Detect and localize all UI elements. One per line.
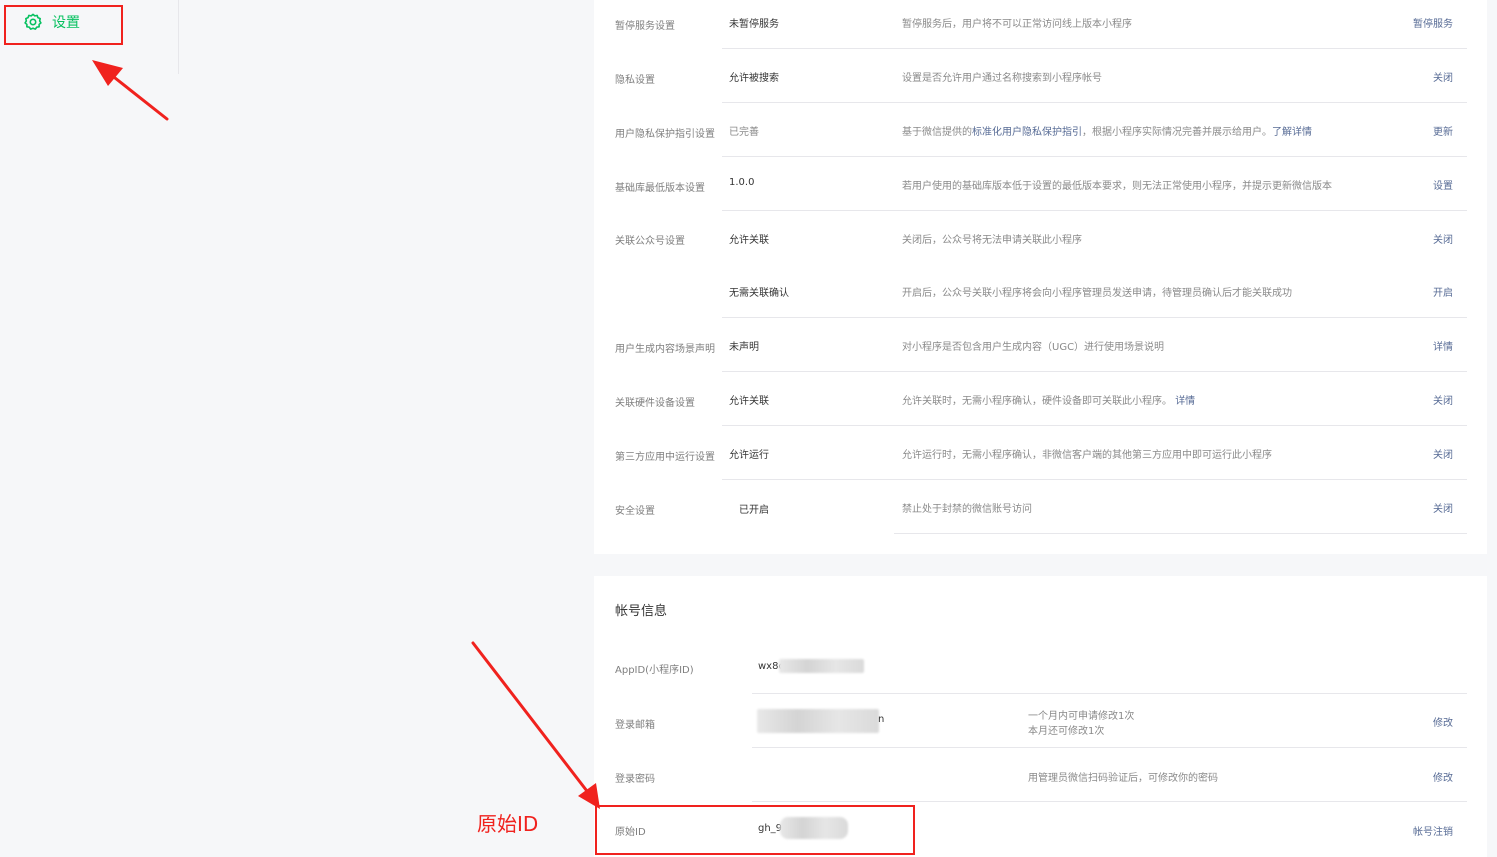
annotation-label: 原始ID — [477, 812, 539, 836]
row-desc: 开启后，公众号关联小程序将会向小程序管理员发送申请，待管理员确认后才能关联成功 — [902, 288, 1292, 299]
password-edit-link[interactable]: 修改 — [1433, 769, 1453, 784]
privacy-guide-link[interactable]: 标准化用户隐私保护指引 — [972, 127, 1082, 138]
base-lib-set-link[interactable]: 设置 — [1433, 177, 1453, 192]
row-label: 第三方应用中运行设置 — [615, 452, 715, 463]
redacted-mask — [779, 659, 864, 673]
settings-row-security: 安全设置 已开启 禁止处于封禁的微信账号访问 关闭 — [594, 480, 1487, 534]
row-label: 暂停服务设置 — [615, 21, 675, 32]
row-desc: 关闭后，公众号将无法申请关联此小程序 — [902, 235, 1082, 246]
account-row-email: 登录邮箱 n 一个月内可申请修改1次 本月还可修改1次 修改 — [594, 694, 1487, 748]
row-desc: 允许运行时，无需小程序确认，非微信客户端的其他第三方应用中即可运行此小程序 — [902, 450, 1272, 461]
row-value: 1.0.0 — [729, 177, 755, 188]
desc-text: 基于微信提供的 — [902, 127, 972, 138]
privacy-close-link[interactable]: 关闭 — [1433, 69, 1453, 84]
email-edit-link[interactable]: 修改 — [1433, 714, 1453, 729]
row-value: 已开启 — [739, 505, 769, 516]
row-value: 允许运行 — [729, 450, 769, 461]
account-info-title: 帐号信息 — [615, 604, 668, 619]
email-desc-line2: 本月还可修改1次 — [1028, 726, 1105, 737]
row-label: 原始ID — [615, 827, 646, 838]
privacy-guide-update-link[interactable]: 更新 — [1433, 123, 1453, 138]
desc-text: 允许关联时，无需小程序确认，硬件设备即可关联此小程序。 — [902, 396, 1172, 407]
sidebar-divider — [178, 0, 179, 74]
email-value: n — [878, 714, 885, 725]
annotation-arrow-original-id — [471, 641, 600, 809]
desc-text: ，根据小程序实际情况完善并展示给用户。 — [1082, 127, 1272, 138]
account-info-card: 帐号信息 AppID(小程序ID) wx8c 登录邮箱 n 一个月内可申请修改1… — [594, 576, 1487, 857]
sidebar-item-settings[interactable]: 设置 — [24, 12, 80, 32]
row-divider — [894, 533, 1467, 534]
third-party-close-link[interactable]: 关闭 — [1433, 446, 1453, 461]
redacted-mask — [757, 709, 879, 733]
row-value: 已完善 — [729, 127, 759, 138]
account-row-original-id: 原始ID gh_9 帐号注销 — [594, 802, 1487, 856]
row-desc: 若用户使用的基础库版本低于设置的最低版本要求，则无法正常使用小程序，并提示更新微… — [902, 181, 1332, 192]
account-row-appid: AppID(小程序ID) wx8c — [594, 640, 1487, 694]
row-label: 用户生成内容场景声明 — [615, 344, 715, 355]
settings-row-hardware: 关联硬件设备设置 允许关联 允许关联时，无需小程序确认，硬件设备即可关联此小程序… — [594, 372, 1487, 426]
redacted-mask — [780, 817, 848, 839]
row-value: 允许被搜索 — [729, 73, 779, 84]
ugc-details-link[interactable]: 详情 — [1433, 338, 1453, 353]
learn-more-link[interactable]: 了解详情 — [1272, 127, 1312, 138]
settings-card: 暂停服务设置 未暂停服务 暂停服务后，用户将不可以正常访问线上版本小程序 暂停服… — [594, 0, 1487, 554]
association-confirm-open-link[interactable]: 开启 — [1433, 284, 1453, 299]
row-value: 允许关联 — [729, 235, 769, 246]
row-value: 无需关联确认 — [729, 288, 789, 299]
settings-row-base-lib: 基础库最低版本设置 1.0.0 若用户使用的基础库版本低于设置的最低版本要求，则… — [594, 157, 1487, 211]
password-desc: 用管理员微信扫码验证后，可修改你的密码 — [1028, 773, 1218, 784]
settings-row-privacy-guide: 用户隐私保护指引设置 已完善 基于微信提供的标准化用户隐私保护指引，根据小程序实… — [594, 103, 1487, 157]
row-value: 未声明 — [729, 342, 759, 353]
row-label: 基础库最低版本设置 — [615, 183, 705, 194]
settings-row-official-account: 关联公众号设置 允许关联 关闭后，公众号将无法申请关联此小程序 关闭 无需关联确… — [594, 211, 1487, 318]
row-label: 登录邮箱 — [615, 720, 655, 731]
account-cancel-link[interactable]: 帐号注销 — [1413, 823, 1453, 838]
original-id-value: gh_9 — [758, 823, 783, 834]
row-desc: 基于微信提供的标准化用户隐私保护指引，根据小程序实际情况完善并展示给用户。了解详… — [902, 123, 1312, 138]
settings-row-ugc: 用户生成内容场景声明 未声明 对小程序是否包含用户生成内容（UGC）进行使用场景… — [594, 318, 1487, 372]
gear-icon — [24, 13, 42, 30]
email-desc-line1: 一个月内可申请修改1次 — [1028, 711, 1135, 722]
official-account-close-link[interactable]: 关闭 — [1433, 231, 1453, 246]
row-desc: 暂停服务后，用户将不可以正常访问线上版本小程序 — [902, 19, 1132, 30]
settings-row-privacy: 隐私设置 允许被搜索 设置是否允许用户通过名称搜索到小程序帐号 关闭 — [594, 49, 1487, 103]
row-desc: 设置是否允许用户通过名称搜索到小程序帐号 — [902, 73, 1102, 84]
hardware-close-link[interactable]: 关闭 — [1433, 392, 1453, 407]
row-desc: 禁止处于封禁的微信账号访问 — [902, 504, 1032, 515]
row-label: 关联硬件设备设置 — [615, 398, 695, 409]
row-value: 允许关联 — [729, 396, 769, 407]
security-close-link[interactable]: 关闭 — [1433, 500, 1453, 515]
pause-service-link[interactable]: 暂停服务 — [1413, 15, 1453, 30]
row-label: AppID(小程序ID) — [615, 665, 694, 676]
account-row-password: 登录密码 用管理员微信扫码验证后，可修改你的密码 修改 — [594, 748, 1487, 802]
sidebar-item-label: 设置 — [52, 15, 80, 31]
sidebar: 设置 — [0, 0, 180, 75]
row-desc: 对小程序是否包含用户生成内容（UGC）进行使用场景说明 — [902, 342, 1165, 353]
row-label: 隐私设置 — [615, 75, 655, 86]
row-label: 安全设置 — [615, 506, 655, 517]
settings-row-third-party: 第三方应用中运行设置 允许运行 允许运行时，无需小程序确认，非微信客户端的其他第… — [594, 426, 1487, 480]
settings-row-pause: 暂停服务设置 未暂停服务 暂停服务后，用户将不可以正常访问线上版本小程序 暂停服… — [594, 0, 1487, 49]
hardware-details-link[interactable]: 详情 — [1175, 396, 1195, 407]
row-desc: 允许关联时，无需小程序确认，硬件设备即可关联此小程序。 详情 — [902, 392, 1195, 407]
row-value: 未暂停服务 — [729, 19, 779, 30]
row-label: 用户隐私保护指引设置 — [615, 129, 715, 140]
row-label: 关联公众号设置 — [615, 236, 685, 247]
row-label: 登录密码 — [615, 774, 655, 785]
